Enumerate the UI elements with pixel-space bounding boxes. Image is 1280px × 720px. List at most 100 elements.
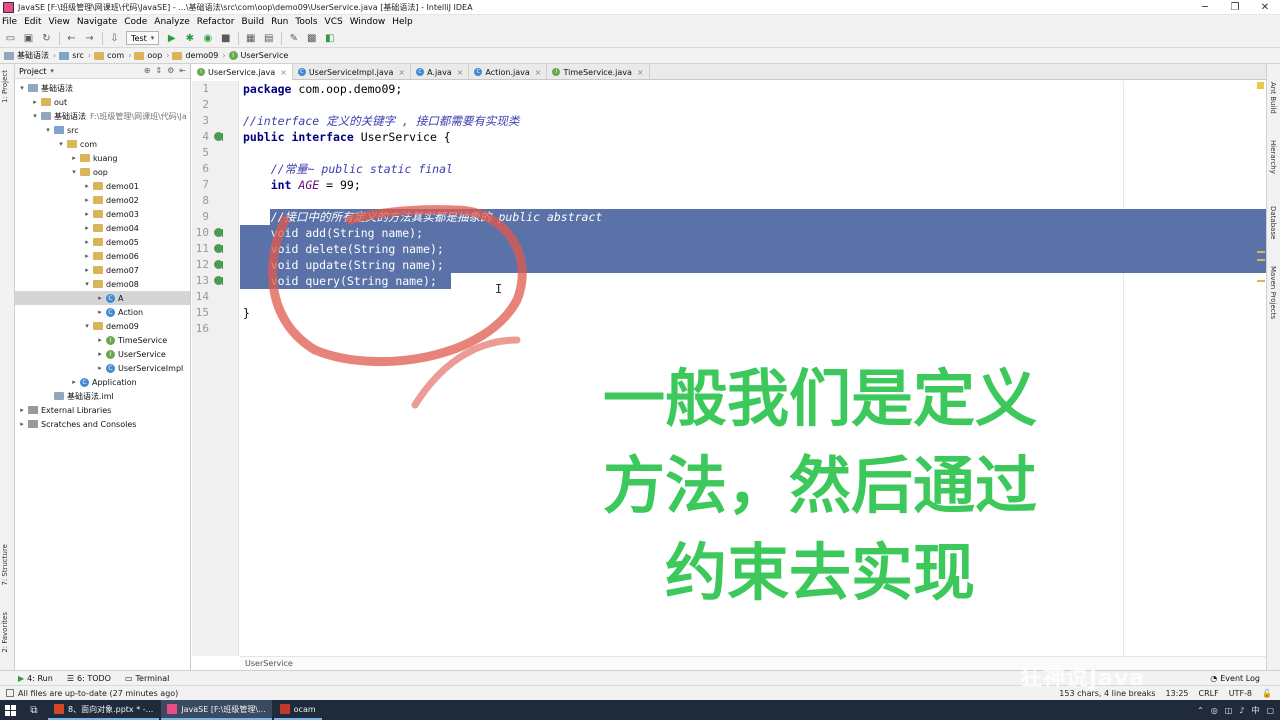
- breadcrumb-module[interactable]: 基础语法 ›: [4, 50, 56, 61]
- chevron-right-icon[interactable]: ▸: [83, 196, 91, 204]
- database-tool-tab[interactable]: Database: [1269, 206, 1277, 239]
- hierarchy-tool-tab[interactable]: Hierarchy: [1269, 140, 1277, 174]
- tree-item[interactable]: ▾ src: [15, 123, 190, 137]
- wechat-tray-icon[interactable]: ◎: [1211, 706, 1218, 715]
- lock-icon[interactable]: 🔓: [1262, 689, 1272, 698]
- ant-build-tool-tab[interactable]: Ant Build: [1269, 82, 1277, 114]
- implemented-marker-icon[interactable]: [214, 276, 223, 285]
- menu-run[interactable]: Run: [271, 17, 288, 27]
- chevron-right-icon[interactable]: ▸: [83, 182, 91, 190]
- tree-item[interactable]: ▸ kuang: [15, 151, 190, 165]
- scroll-from-source-icon[interactable]: ⊕: [144, 66, 151, 75]
- gutter-line[interactable]: 16: [192, 321, 239, 337]
- menu-vcs[interactable]: VCS: [325, 17, 343, 27]
- hide-panel-icon[interactable]: ⇤: [179, 66, 186, 75]
- footer-crumb[interactable]: UserService: [245, 659, 293, 668]
- chevron-right-icon[interactable]: ▸: [18, 420, 26, 428]
- chevron-down-icon[interactable]: ▾: [83, 280, 91, 288]
- project-tool-tab[interactable]: 1: Project: [1, 70, 9, 103]
- tree-item[interactable]: ▸ C Action: [15, 305, 190, 319]
- chevron-right-icon[interactable]: ▸: [96, 294, 104, 302]
- forward-arrow-icon[interactable]: →: [83, 32, 96, 45]
- inspection-status-icon[interactable]: [1257, 82, 1264, 89]
- stripe-mark[interactable]: [1257, 251, 1265, 253]
- editor-tab[interactable]: I TimeService.java ×: [547, 64, 650, 80]
- structure-icon[interactable]: ▩: [305, 32, 318, 45]
- tree-item[interactable]: ▾ oop: [15, 165, 190, 179]
- chevron-down-icon[interactable]: ▾: [70, 168, 78, 176]
- breadcrumb-com[interactable]: com ›: [94, 51, 131, 60]
- chevron-right-icon[interactable]: ▸: [70, 378, 78, 386]
- close-tab-icon[interactable]: ×: [535, 68, 542, 77]
- chevron-right-icon[interactable]: ▸: [83, 210, 91, 218]
- windows-start-button[interactable]: [0, 700, 20, 720]
- vcs-icon[interactable]: ◧: [323, 32, 336, 45]
- gutter-line[interactable]: 1: [192, 81, 239, 97]
- editor-tab[interactable]: I UserService.java ×: [192, 64, 293, 80]
- project-structure-icon[interactable]: ▦: [244, 32, 257, 45]
- network-tray-icon[interactable]: ◫: [1225, 706, 1233, 715]
- close-tab-icon[interactable]: ×: [280, 68, 287, 77]
- chevron-right-icon[interactable]: ▸: [96, 350, 104, 358]
- maximize-button[interactable]: ❐: [1220, 0, 1250, 15]
- run-tool-tab[interactable]: ▶ 4: Run: [18, 674, 53, 683]
- minimize-button[interactable]: ─: [1190, 0, 1220, 15]
- editor-tab[interactable]: C Action.java ×: [469, 64, 548, 80]
- menu-view[interactable]: View: [49, 17, 70, 27]
- taskbar-item-idea[interactable]: JavaSE [F:\班级管理\...: [161, 700, 272, 720]
- tree-item[interactable]: ▸ demo05: [15, 235, 190, 249]
- structure-tool-tab[interactable]: 7: Structure: [1, 544, 9, 586]
- sdk-icon[interactable]: ▤: [262, 32, 275, 45]
- stripe-mark[interactable]: [1257, 280, 1265, 282]
- chevron-right-icon[interactable]: ▸: [96, 336, 104, 344]
- tray-chevron-up-icon[interactable]: ⌃: [1197, 706, 1204, 715]
- breadcrumb-oop[interactable]: oop ›: [134, 51, 169, 60]
- gutter-line[interactable]: 2: [192, 97, 239, 113]
- chevron-right-icon[interactable]: ▸: [70, 154, 78, 162]
- back-arrow-icon[interactable]: ←: [65, 32, 78, 45]
- gutter-line[interactable]: 12: [192, 257, 239, 273]
- gutter-line[interactable]: 4: [192, 129, 239, 145]
- tree-item[interactable]: 基础语法.iml: [15, 389, 190, 403]
- gutter-line[interactable]: 13: [192, 273, 239, 289]
- tree-item[interactable]: ▸ out: [15, 95, 190, 109]
- tree-item[interactable]: ▸ demo02: [15, 193, 190, 207]
- stop-icon[interactable]: ■: [219, 32, 232, 45]
- gutter-line[interactable]: 15: [192, 305, 239, 321]
- run-icon[interactable]: ▶: [165, 32, 178, 45]
- breadcrumb-src[interactable]: src ›: [59, 51, 91, 60]
- tree-item[interactable]: ▸ C UserServiceImpl: [15, 361, 190, 375]
- chevron-right-icon[interactable]: ▸: [83, 252, 91, 260]
- tree-item[interactable]: ▸ I UserService: [15, 347, 190, 361]
- gutter-line[interactable]: 9: [192, 209, 239, 225]
- menu-analyze[interactable]: Analyze: [154, 17, 189, 27]
- gutter-line[interactable]: 10: [192, 225, 239, 241]
- menu-code[interactable]: Code: [124, 17, 147, 27]
- coverage-icon[interactable]: ◉: [201, 32, 214, 45]
- tree-item[interactable]: ▸ demo01: [15, 179, 190, 193]
- chevron-right-icon[interactable]: ▸: [83, 238, 91, 246]
- implemented-marker-icon[interactable]: [214, 244, 223, 253]
- run-config-select[interactable]: Test ▾: [126, 31, 160, 45]
- gutter-line[interactable]: 11: [192, 241, 239, 257]
- implemented-marker-icon[interactable]: [214, 260, 223, 269]
- sync-icon[interactable]: ↻: [40, 32, 53, 45]
- tree-item[interactable]: ▸ demo07: [15, 263, 190, 277]
- gutter-line[interactable]: 3: [192, 113, 239, 129]
- favorites-tool-tab[interactable]: 2: Favorites: [1, 612, 9, 653]
- close-tab-icon[interactable]: ×: [637, 68, 644, 77]
- ime-indicator[interactable]: 中: [1251, 705, 1259, 716]
- gutter-line[interactable]: 5: [192, 145, 239, 161]
- tree-item[interactable]: ▾ 基础语法: [15, 81, 190, 95]
- chevron-right-icon[interactable]: ▸: [83, 224, 91, 232]
- gutter-line[interactable]: 6: [192, 161, 239, 177]
- task-view-icon[interactable]: ⧉: [20, 705, 48, 716]
- tree-item[interactable]: ▸ C Application: [15, 375, 190, 389]
- breadcrumb-userservice[interactable]: I UserService: [228, 51, 288, 60]
- chevron-right-icon[interactable]: ▸: [96, 364, 104, 372]
- stripe-mark[interactable]: [1257, 259, 1265, 261]
- menu-tools[interactable]: Tools: [295, 17, 317, 27]
- chevron-down-icon[interactable]: ▾: [44, 126, 52, 134]
- chevron-down-icon[interactable]: ▾: [18, 84, 26, 92]
- settings-wrench-icon[interactable]: ✎: [287, 32, 300, 45]
